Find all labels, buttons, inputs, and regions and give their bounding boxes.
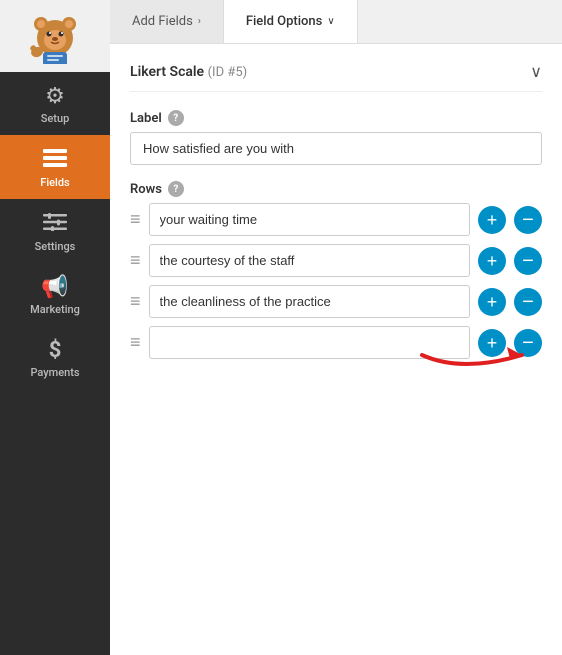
rows-label-text: Rows bbox=[130, 182, 162, 197]
sidebar-item-settings[interactable]: Settings bbox=[0, 199, 110, 263]
field-id: (ID #5) bbox=[208, 65, 248, 80]
marketing-icon: 📢 bbox=[41, 277, 68, 299]
tab-field-options[interactable]: Field Options ∨ bbox=[224, 0, 358, 43]
content-panel: Likert Scale (ID #5) ∨ Label ? Rows ? ≡ bbox=[110, 44, 562, 655]
row-item-2: ≡ + − bbox=[130, 244, 542, 277]
row-remove-btn-1[interactable]: − bbox=[514, 206, 542, 234]
row-input-1[interactable] bbox=[149, 203, 470, 236]
row-add-btn-2[interactable]: + bbox=[478, 247, 506, 275]
label-text: Label bbox=[130, 111, 162, 126]
drag-handle-4[interactable]: ≡ bbox=[130, 332, 141, 353]
drag-handle-2[interactable]: ≡ bbox=[130, 250, 141, 271]
sidebar-item-marketing[interactable]: 📢 Marketing bbox=[0, 263, 110, 326]
row-add-btn-4[interactable]: + bbox=[478, 329, 506, 357]
tab-add-fields-label: Add Fields bbox=[132, 14, 193, 29]
sidebar-label-setup: Setup bbox=[41, 112, 70, 125]
main: Add Fields › Field Options ∨ Likert Scal… bbox=[110, 0, 562, 655]
field-title-text: Likert Scale bbox=[130, 64, 204, 80]
row-input-2[interactable] bbox=[149, 244, 470, 277]
rows-label: Rows ? bbox=[130, 181, 542, 197]
sidebar-label-fields: Fields bbox=[40, 176, 69, 189]
payments-icon: $ bbox=[49, 340, 62, 362]
rows-section: Rows ? ≡ + − ≡ + − ≡ + − bbox=[130, 181, 542, 359]
sidebar-label-payments: Payments bbox=[30, 366, 79, 379]
row-item-3: ≡ + − bbox=[130, 285, 542, 318]
sidebar-label-settings: Settings bbox=[35, 240, 76, 253]
logo-bear bbox=[27, 8, 83, 64]
row-add-btn-1[interactable]: + bbox=[478, 206, 506, 234]
label-help-icon[interactable]: ? bbox=[168, 110, 184, 126]
row-remove-btn-4[interactable]: − bbox=[514, 329, 542, 357]
label-field-label: Label ? bbox=[130, 110, 542, 126]
row-remove-btn-3[interactable]: − bbox=[514, 288, 542, 316]
setup-icon: ⚙ bbox=[45, 86, 65, 108]
sidebar-item-payments[interactable]: $ Payments bbox=[0, 326, 110, 389]
tabs: Add Fields › Field Options ∨ bbox=[110, 0, 562, 44]
field-header: Likert Scale (ID #5) ∨ bbox=[130, 62, 542, 92]
tab-field-options-arrow: ∨ bbox=[327, 16, 334, 27]
rows-help-icon[interactable]: ? bbox=[168, 181, 184, 197]
logo-area bbox=[0, 0, 110, 72]
row-item-1: ≡ + − bbox=[130, 203, 542, 236]
label-input[interactable] bbox=[130, 132, 542, 165]
tab-add-fields-arrow: › bbox=[198, 16, 201, 27]
sidebar-item-fields[interactable]: Fields bbox=[0, 135, 110, 199]
row-item-4: ≡ + − bbox=[130, 326, 542, 359]
sidebar-item-setup[interactable]: ⚙ Setup bbox=[0, 72, 110, 135]
drag-handle-1[interactable]: ≡ bbox=[130, 209, 141, 230]
settings-icon bbox=[43, 213, 67, 236]
drag-handle-3[interactable]: ≡ bbox=[130, 291, 141, 312]
chevron-down-icon[interactable]: ∨ bbox=[530, 62, 542, 81]
row-add-btn-3[interactable]: + bbox=[478, 288, 506, 316]
field-title: Likert Scale (ID #5) bbox=[130, 64, 247, 80]
row-remove-btn-2[interactable]: − bbox=[514, 247, 542, 275]
tab-add-fields[interactable]: Add Fields › bbox=[110, 0, 224, 43]
fields-icon bbox=[43, 149, 67, 172]
sidebar: ⚙ Setup Fields Settings � bbox=[0, 0, 110, 655]
row-input-4[interactable] bbox=[149, 326, 470, 359]
sidebar-label-marketing: Marketing bbox=[30, 303, 80, 316]
tab-field-options-label: Field Options bbox=[246, 14, 323, 29]
row-input-3[interactable] bbox=[149, 285, 470, 318]
label-group: Label ? bbox=[130, 110, 542, 165]
